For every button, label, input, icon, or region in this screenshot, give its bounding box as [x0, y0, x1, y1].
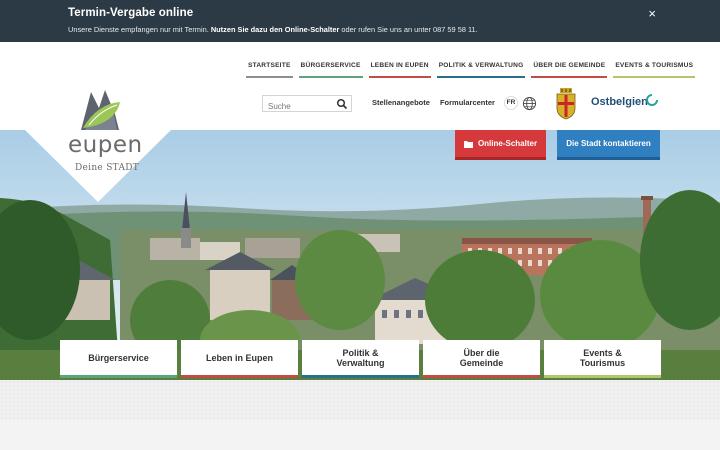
tile-label-line1: Bürgerservice: [88, 352, 149, 363]
nav-item-ueber-die-gemeinde[interactable]: ÜBER DIE GEMEINDE: [531, 62, 608, 78]
tile-buergerservice[interactable]: Bürgerservice: [60, 340, 177, 378]
close-icon[interactable]: ×: [648, 7, 656, 20]
logo-tagline: Deine STADT: [75, 163, 140, 173]
online-counter-label: Online-Schalter: [477, 139, 538, 148]
folder-icon: [463, 140, 473, 148]
tile-label-line1: Leben in Eupen: [205, 352, 273, 363]
notice-text-suffix: oder rufen Sie uns an unter 087 59 58 11…: [339, 25, 478, 34]
notice-title: Termin-Vergabe online: [68, 7, 194, 19]
jobs-link[interactable]: Stellenangebote: [372, 98, 430, 107]
top-navigation: STARTSEITE BÜRGERSERVICE LEBEN IN EUPEN …: [246, 62, 696, 78]
service-links: Stellenangebote Formularcenter: [372, 98, 495, 107]
language-switch[interactable]: FR: [504, 96, 518, 110]
tile-label-line1: Über die: [463, 347, 500, 358]
nav-item-events-tourismus[interactable]: EVENTS & TOURISMUS: [613, 62, 696, 78]
tile-label-line2: Tourismus: [579, 357, 626, 368]
tile-leben-in-eupen[interactable]: Leben in Eupen: [181, 340, 298, 378]
nav-item-buergerservice[interactable]: BÜRGERSERVICE: [298, 62, 363, 78]
logo-wordmark[interactable]: eupen: [68, 132, 143, 158]
tile-events-tourismus[interactable]: Events & Tourismus: [544, 340, 661, 378]
coat-of-arms-icon[interactable]: [555, 88, 577, 120]
dotted-pattern-band: [0, 380, 720, 420]
ostbelgien-logo[interactable]: Ostbelgien: [591, 96, 648, 108]
globe-icon[interactable]: [522, 96, 537, 111]
notice-banner: Termin-Vergabe online Unsere Dienste emp…: [0, 0, 720, 42]
nav-item-leben-in-eupen[interactable]: LEBEN IN EUPEN: [368, 62, 431, 78]
nav-item-startseite[interactable]: STARTSEITE: [246, 62, 293, 78]
ostbelgien-mark-icon: [646, 94, 658, 106]
page-bottom-area: [0, 420, 720, 450]
category-tiles: Bürgerservice Leben in Eupen Politik & Ve…: [60, 340, 661, 378]
tile-ueber-die-gemeinde[interactable]: Über die Gemeinde: [423, 340, 540, 378]
tile-label-line2: Gemeinde: [459, 357, 504, 368]
tile-politik-verwaltung[interactable]: Politik & Verwaltung: [302, 340, 419, 378]
eupen-logo-icon[interactable]: [79, 88, 121, 132]
search-icon[interactable]: [336, 98, 348, 110]
tile-label-line1: Politik &: [342, 347, 379, 358]
online-counter-button[interactable]: Online-Schalter: [455, 130, 546, 160]
nav-item-politik-verwaltung[interactable]: POLITIK & VERWALTUNG: [436, 62, 526, 78]
search-input[interactable]: [263, 99, 335, 114]
contact-city-label: Die Stadt kontaktieren: [566, 139, 651, 148]
notice-text-prefix: Unsere Dienste empfangen nur mit Termin.: [68, 25, 211, 34]
search-box: [262, 95, 352, 114]
notice-text: Unsere Dienste empfangen nur mit Termin.…: [68, 25, 478, 34]
forms-link[interactable]: Formularcenter: [440, 98, 495, 107]
notice-text-link[interactable]: Nutzen Sie dazu den Online-Schalter: [211, 25, 340, 34]
tile-label-line1: Events &: [583, 347, 622, 358]
tile-label-line2: Verwaltung: [336, 357, 385, 368]
contact-city-button[interactable]: Die Stadt kontaktieren: [557, 130, 660, 160]
